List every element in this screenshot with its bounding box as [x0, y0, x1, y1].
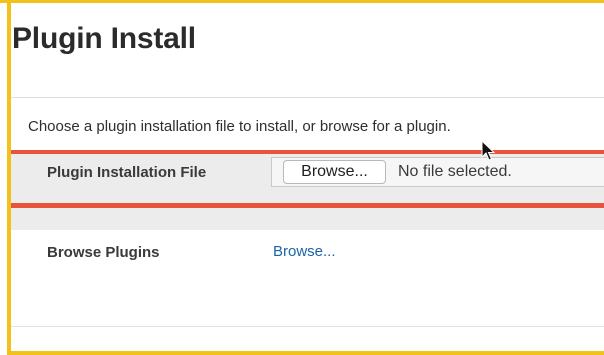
- highlight-frame-top: [0, 0, 604, 3]
- row-separator-strip: [11, 208, 604, 230]
- install-description: Choose a plugin installation file to ins…: [28, 118, 451, 135]
- browse-file-button[interactable]: Browse...: [283, 160, 386, 184]
- mouse-pointer-icon: [481, 140, 495, 161]
- plugin-install-screen: Plugin Install Choose a plugin installat…: [0, 0, 604, 355]
- page-title: Plugin Install: [12, 22, 196, 55]
- plugin-file-label: Plugin Installation File: [47, 164, 207, 181]
- highlight-frame-bottom: [7, 351, 604, 355]
- section-divider: [11, 97, 604, 98]
- browse-plugins-label: Browse Plugins: [47, 244, 160, 261]
- footer-divider: [11, 326, 604, 327]
- file-status-text: No file selected.: [398, 163, 512, 180]
- browse-plugins-link[interactable]: Browse...: [273, 243, 336, 260]
- highlight-line-top: [11, 150, 604, 154]
